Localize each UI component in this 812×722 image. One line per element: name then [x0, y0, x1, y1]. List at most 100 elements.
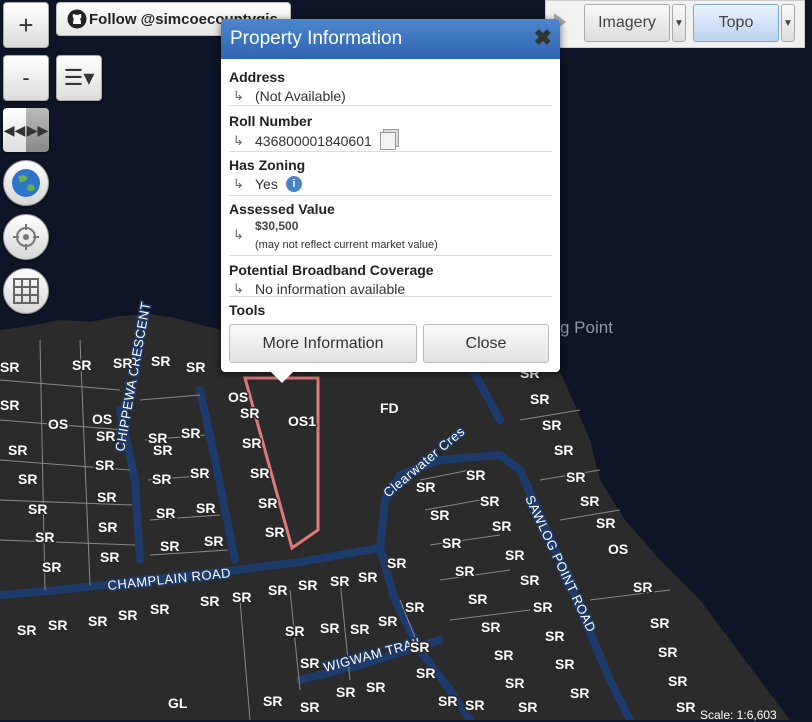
zone-label: SR: [42, 559, 61, 575]
zone-label: SR: [72, 357, 91, 373]
zone-label: SR: [465, 697, 484, 713]
locate-button[interactable]: [3, 214, 49, 260]
zone-label: SR: [153, 442, 172, 458]
popup-body[interactable]: Address ↳ (Not Available) Roll Number ↳ 43…: [221, 59, 560, 317]
broadband-section: Potential Broadband Coverage ↳ No informa…: [229, 256, 552, 297]
popup-header: Property Information ✖: [221, 19, 560, 59]
zone-label: SR: [378, 613, 397, 629]
next-extent-icon[interactable]: ▶▶: [26, 108, 49, 152]
zone-label: OS: [608, 541, 628, 557]
imagery-dropdown-icon[interactable]: ▼: [672, 4, 686, 42]
zone-label: SR: [505, 675, 524, 691]
zone-label: SR: [555, 656, 574, 672]
grid-button[interactable]: [3, 268, 49, 314]
zone-label: SR: [150, 601, 169, 617]
zone-label: SR: [151, 353, 170, 369]
zone-label: SR: [28, 501, 47, 517]
list-menu-icon: ☰▾: [63, 65, 95, 90]
globe-icon: [12, 169, 40, 197]
zoom-out-button[interactable]: -: [3, 55, 49, 101]
zone-label: SR: [492, 518, 511, 534]
zone-label: SR: [387, 555, 406, 571]
zone-label: SR: [88, 613, 107, 629]
copy-icon[interactable]: [379, 132, 396, 150]
zone-label: SR: [518, 699, 537, 715]
zone-label: SR: [298, 577, 317, 593]
zone-label: SR: [533, 599, 552, 615]
imagery-button[interactable]: Imagery: [584, 4, 670, 42]
zone-label: SR: [0, 359, 19, 375]
zone-label: SR: [263, 693, 282, 709]
zone-label: SR: [545, 628, 564, 644]
zone-label: SR: [100, 549, 119, 565]
zone-label: SR: [300, 699, 319, 715]
more-information-button[interactable]: More Information: [229, 324, 417, 363]
zone-label: SR: [468, 591, 487, 607]
zone-label: SR: [410, 639, 429, 655]
zone-label: SR: [200, 593, 219, 609]
zone-label: SR: [97, 489, 116, 505]
zone-label: SR: [0, 397, 19, 413]
zone-label: SR: [95, 457, 114, 473]
assessed-label: Assessed Value: [229, 201, 335, 217]
zone-label: SR: [320, 620, 339, 636]
zone-label: SR: [494, 647, 513, 663]
close-button[interactable]: Close: [423, 324, 549, 363]
zone-label: SR: [152, 471, 171, 487]
tools-section: Tools: [229, 296, 552, 317]
grid-icon: [13, 278, 39, 304]
zoning-value: Yes: [255, 176, 278, 192]
layers-menu-button[interactable]: ☰▾: [56, 55, 102, 101]
assessed-note: (may not reflect current market value): [255, 239, 438, 251]
popup-title: Property Information: [230, 28, 403, 49]
zone-label: SR: [336, 684, 355, 700]
assessed-section: Assessed Value ↳ $30,500 (may not reflec…: [229, 195, 552, 256]
zone-label: SR: [466, 467, 485, 483]
return-arrow-icon: ↳: [233, 176, 244, 191]
zone-label: SR: [566, 469, 585, 485]
info-icon[interactable]: i: [285, 176, 302, 192]
zone-label: SR: [98, 519, 117, 535]
zone-label: OS: [228, 389, 248, 405]
zone-label: SR: [520, 572, 539, 588]
address-section: Address ↳ (Not Available): [229, 63, 552, 106]
zone-label: SR: [438, 693, 457, 709]
previous-extent-icon[interactable]: ◀◀: [3, 108, 26, 152]
zone-label: SR: [416, 665, 435, 681]
zone-label: SR: [430, 507, 449, 523]
zone-label: SR: [580, 493, 599, 509]
zoom-in-button[interactable]: +: [3, 2, 49, 48]
zone-label: SR: [258, 495, 277, 511]
broadband-value: No information available: [255, 281, 406, 297]
roll-section: Roll Number ↳ 436800001840601: [229, 107, 552, 152]
zone-label: SR: [676, 699, 695, 715]
return-arrow-icon: ↳: [233, 281, 244, 296]
zone-label: SR: [658, 644, 677, 660]
topo-button[interactable]: Topo: [693, 4, 779, 42]
zone-label: SR: [96, 428, 115, 444]
zone-label: SR: [268, 582, 287, 598]
zone-label: SR: [48, 617, 67, 633]
basemap-toggle: Imagery ▼ Topo ▼: [545, 0, 805, 48]
zone-label: SR: [285, 623, 304, 639]
zone-label: SR: [17, 622, 36, 638]
zone-label: SR: [480, 493, 499, 509]
zone-label: SR: [240, 405, 259, 421]
zone-label: GL: [168, 695, 188, 711]
close-icon[interactable]: ✖: [534, 26, 552, 50]
zone-label: SR: [118, 607, 137, 623]
zoning-section: Has Zoning ↳ Yes i: [229, 151, 552, 196]
globe-button[interactable]: [3, 160, 49, 206]
zone-label: SR: [232, 589, 251, 605]
topo-dropdown-icon[interactable]: ▼: [781, 4, 795, 42]
address-value: (Not Available): [255, 88, 346, 104]
zone-label: SR: [530, 391, 549, 407]
popup-pointer: [270, 371, 294, 383]
zone-label: OS1: [288, 413, 316, 429]
zone-label: SR: [330, 573, 349, 589]
zone-label: SR: [505, 547, 524, 563]
return-arrow-icon: ↳: [233, 227, 244, 242]
zone-label: FD: [380, 400, 399, 416]
zone-label: SR: [455, 563, 474, 579]
zone-label: SR: [18, 471, 37, 487]
